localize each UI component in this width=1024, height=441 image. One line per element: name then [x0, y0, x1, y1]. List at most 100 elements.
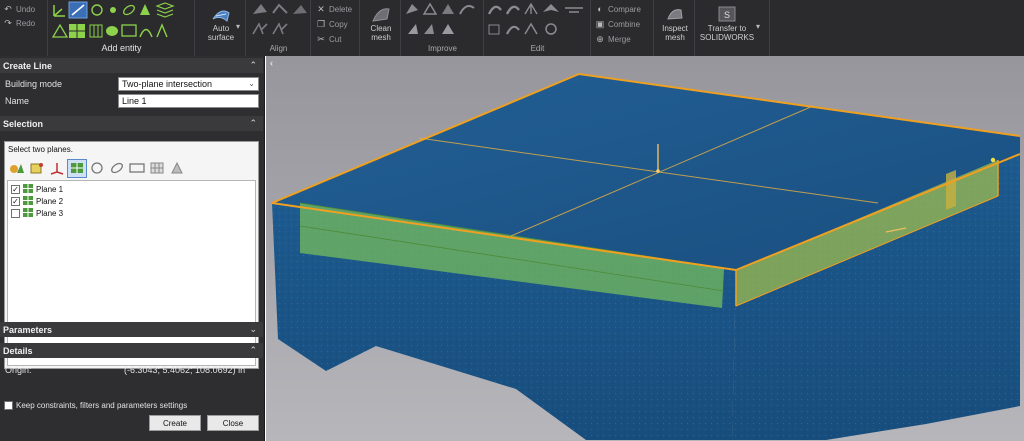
plane-2-label: Plane 2 — [36, 197, 64, 206]
plane-icon[interactable] — [69, 24, 85, 38]
axis-filter-icon[interactable] — [48, 160, 66, 177]
copy-button[interactable]: ❐ Copy — [316, 18, 348, 30]
plane-1-label: Plane 1 — [36, 185, 64, 194]
triangle-icon[interactable] — [51, 23, 69, 38]
close-button[interactable]: Close — [207, 415, 259, 431]
plane-filter-icon[interactable] — [67, 158, 87, 178]
align-icon-2[interactable] — [272, 3, 288, 14]
improve-icon-3[interactable] — [442, 4, 454, 14]
ellipse-icon[interactable] — [122, 4, 136, 17]
layers-icon[interactable] — [155, 2, 175, 18]
details-header[interactable]: Details ⌃ — [0, 343, 263, 358]
points-filter-icon[interactable] — [28, 160, 46, 177]
transfer-group: S Transfer to SOLIDWORKS ▾ — [696, 0, 770, 56]
origin-label: Origin: — [5, 364, 32, 375]
improve-icon-6[interactable] — [424, 24, 434, 34]
combine-button[interactable]: ▣ Combine — [595, 18, 640, 30]
line-icon[interactable] — [68, 1, 88, 19]
details-title: Details — [3, 345, 33, 356]
scan-mesh-scene — [271, 72, 1021, 440]
grid-plane-icon[interactable] — [89, 24, 103, 38]
inspect-mesh-button[interactable]: Inspect mesh — [657, 4, 693, 42]
3d-viewport[interactable]: ‹ — [266, 56, 1024, 441]
combine-label: Combine — [608, 19, 641, 29]
align-icon-5[interactable] — [272, 22, 288, 35]
circle-icon[interactable] — [91, 4, 103, 16]
origin-row: Origin: (-6.3043; 5.4062; 108.0692) in — [0, 361, 263, 378]
compare-label: Compare — [608, 4, 641, 14]
rectangle-icon[interactable] — [121, 24, 137, 37]
selection-header[interactable]: Selection ⌃ — [0, 116, 263, 131]
clean-mesh-label-1: Clean — [370, 24, 392, 33]
shapes-filter-icon[interactable] — [8, 160, 26, 177]
parameters-header[interactable]: Parameters ⌄ — [0, 322, 263, 337]
edit-icon-6[interactable] — [488, 24, 500, 35]
improve-icon-2[interactable] — [422, 2, 438, 15]
cut-button[interactable]: ✂ Cut — [316, 33, 341, 45]
improve-icon-1[interactable] — [406, 4, 418, 14]
arc-icon[interactable] — [139, 28, 153, 38]
compare-button[interactable]: ◐ Compare — [595, 3, 641, 15]
name-input[interactable]: Line 1 — [118, 93, 259, 108]
delete-button[interactable]: ✕ Delete — [316, 3, 352, 15]
cone-filter-icon[interactable] — [168, 160, 186, 177]
auto-surface-label-2: surface — [207, 33, 235, 42]
plane-icon — [23, 208, 33, 219]
plane-2-checkbox[interactable]: ✓ — [11, 197, 20, 206]
edit-icon-4[interactable] — [543, 4, 559, 12]
improve-icon-4[interactable] — [459, 5, 475, 15]
selection-title: Selection — [3, 118, 44, 129]
edit-icon-3[interactable] — [524, 2, 538, 15]
plane-list-item[interactable]: ✓ Plane 1 — [11, 184, 63, 195]
edit-icon-8[interactable] — [524, 22, 538, 35]
transfer-dropdown-icon[interactable]: ▾ — [756, 22, 760, 31]
clean-mesh-button[interactable]: Clean mesh — [363, 4, 399, 42]
circle-filter-icon[interactable] — [88, 160, 106, 177]
keep-settings-checkbox[interactable] — [4, 401, 13, 410]
edit-icon-9[interactable] — [545, 23, 557, 35]
align-icon-1[interactable] — [253, 4, 267, 14]
edit-icons — [487, 2, 583, 35]
plane-3-label: Plane 3 — [36, 209, 64, 218]
edit-icon-7[interactable] — [506, 25, 520, 35]
improve-icon-5[interactable] — [408, 24, 418, 34]
cylinder-icon[interactable] — [106, 26, 118, 36]
create-line-title: Create Line — [3, 60, 53, 71]
inspect-mesh-group: Inspect mesh — [655, 0, 695, 56]
merge-button[interactable]: ⊕ Merge — [595, 33, 630, 45]
cone-icon[interactable] — [140, 4, 150, 15]
transfer-label-1: Transfer to — [707, 24, 747, 33]
undo-button[interactable]: ↶ Undo — [3, 3, 35, 15]
plane-list-item[interactable]: Plane 3 — [11, 208, 63, 219]
axis-icon[interactable] — [53, 5, 65, 17]
keep-settings-row[interactable]: Keep constraints, filters and parameters… — [0, 397, 263, 414]
edit-icon-1[interactable] — [487, 5, 502, 15]
create-line-header[interactable]: Create Line ⌃ — [0, 58, 263, 73]
align-icon-3[interactable] — [293, 5, 307, 14]
auto-surface-dropdown-icon[interactable]: ▾ — [236, 22, 240, 31]
edit-icon-5[interactable] — [565, 7, 583, 13]
clean-mesh-label-2: mesh — [371, 33, 391, 42]
plane-3-checkbox[interactable] — [11, 209, 20, 218]
rectangle-filter-icon[interactable] — [128, 160, 146, 177]
ellipse-filter-icon[interactable] — [108, 160, 126, 177]
improve-icon-7[interactable] — [442, 24, 454, 34]
chevron-up-icon: ⌃ — [249, 118, 257, 128]
clipboard-group: ✕ Delete ❐ Copy ✂ Cut — [312, 0, 360, 56]
combine-icon: ▣ — [595, 18, 605, 29]
transfer-solidworks-button[interactable]: S Transfer to SOLIDWORKS — [698, 4, 756, 42]
chevron-down-icon: ⌄ — [249, 324, 257, 334]
redo-button[interactable]: ↷ Redo — [3, 17, 35, 29]
cone-outline-icon[interactable] — [156, 23, 168, 38]
align-icon-4[interactable] — [252, 22, 268, 35]
cut-icon: ✂ — [317, 33, 325, 44]
auto-surface-button[interactable]: Auto surface — [202, 4, 240, 42]
ribbon-toolbar: ↶ Undo ↷ Redo Add entity Auto surface ▾ … — [0, 0, 1024, 56]
building-mode-select[interactable]: Two-plane intersection ⌄ — [118, 76, 259, 91]
mesh-filter-icon[interactable] — [148, 160, 166, 177]
plane-list-item[interactable]: ✓ Plane 2 — [11, 196, 63, 207]
plane-1-checkbox[interactable]: ✓ — [11, 185, 20, 194]
edit-icon-2[interactable] — [505, 5, 520, 15]
create-button[interactable]: Create — [149, 415, 201, 431]
point-icon[interactable] — [110, 7, 116, 13]
